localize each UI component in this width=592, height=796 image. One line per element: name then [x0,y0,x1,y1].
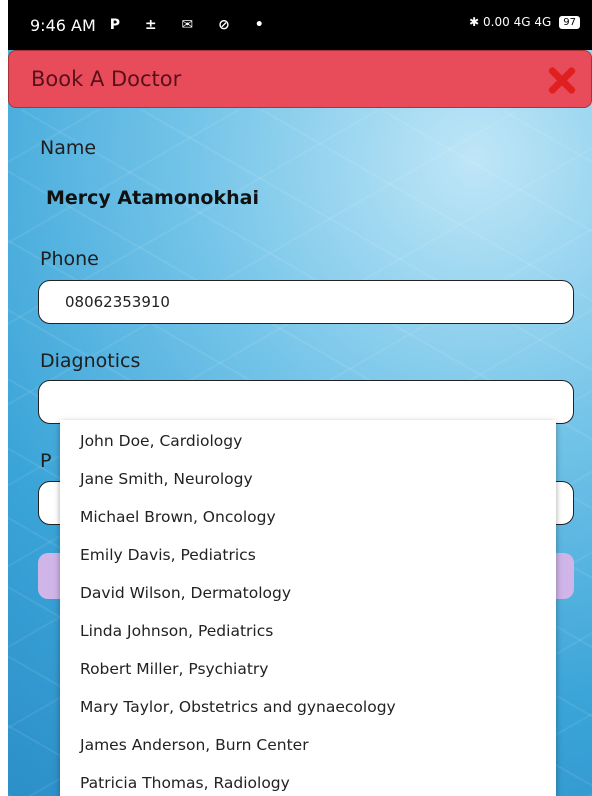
status-time: 9:46 AM [30,15,96,35]
phone-field[interactable]: 08062353910 [38,280,574,324]
dropdown-option[interactable]: Jane Smith, Neurology [80,470,253,488]
dropdown-option[interactable]: John Doe, Cardiology [80,432,242,450]
phone-label: Phone [40,248,99,270]
signal-icons: ✱ 0.00 4G 4G [469,15,552,29]
battery-icon: 97 [559,15,580,29]
name-label: Name [40,137,97,159]
dropdown-option[interactable]: Emily Davis, Pediatrics [80,546,256,564]
phone-screen: 9:46 AM P ± ✉ ⊘ • ✱ 0.00 4G 4G 97 Book A… [8,0,592,796]
status-right: ✱ 0.00 4G 4G 97 [469,15,580,29]
notification-icons: P ± ✉ ⊘ • [109,17,274,33]
name-value: Mercy Atamonokhai [46,187,259,209]
dropdown-option[interactable]: Mary Taylor, Obstetrics and gynaecology [80,698,396,716]
dropdown-option[interactable]: David Wilson, Dermatology [80,584,291,602]
phone-value: 08062353910 [65,293,170,311]
app-bar: Book A Doctor [8,50,592,108]
partial-label: P [40,450,52,472]
dropdown-option[interactable]: Patricia Thomas, Radiology [80,774,290,792]
diagnotics-field[interactable] [38,380,574,424]
status-bar: 9:46 AM P ± ✉ ⊘ • ✱ 0.00 4G 4G 97 [8,0,592,50]
dropdown-option[interactable]: Linda Johnson, Pediatrics [80,622,273,640]
dropdown-option[interactable]: James Anderson, Burn Center [80,736,309,754]
diagnotics-label: Diagnotics [40,350,141,372]
page-title: Book A Doctor [31,67,182,91]
doctor-dropdown-list: John Doe, Cardiology Jane Smith, Neurolo… [60,420,556,796]
close-icon[interactable] [545,65,577,95]
dropdown-option[interactable]: Robert Miller, Psychiatry [80,660,268,678]
dropdown-option[interactable]: Michael Brown, Oncology [80,508,276,526]
